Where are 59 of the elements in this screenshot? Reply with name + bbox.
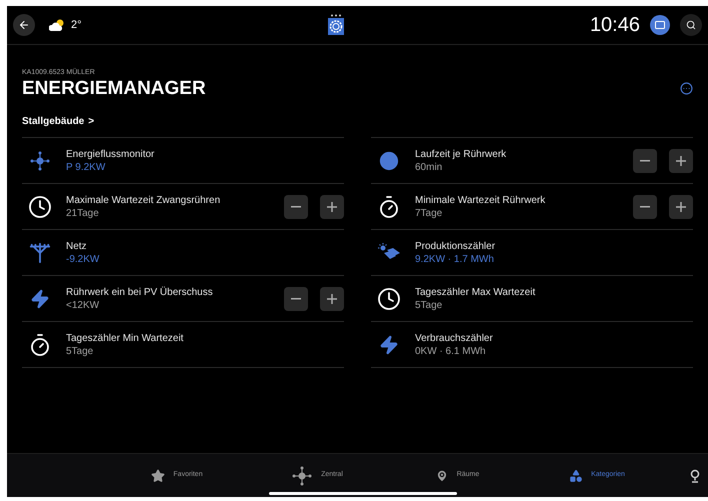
plus-button[interactable] — [320, 286, 344, 310]
back-button[interactable] — [13, 14, 35, 36]
item-value: 21Tage — [66, 206, 100, 220]
item-value: 60min — [415, 160, 444, 174]
logo-icon — [328, 14, 344, 36]
plus-button[interactable] — [669, 194, 693, 218]
search-icon — [686, 20, 696, 30]
plus-icon — [676, 202, 686, 212]
lightning-icon — [30, 288, 50, 308]
timer-icon — [28, 332, 52, 356]
minus-icon — [291, 206, 301, 208]
plus-icon — [327, 202, 337, 212]
minus-icon — [640, 206, 650, 208]
card-icon — [655, 21, 665, 29]
clock-time: 10:46 — [590, 13, 640, 38]
plus-icon — [676, 156, 686, 166]
item-value: 5Tage — [415, 298, 444, 312]
item-value: -9.2KW — [66, 252, 100, 266]
back-arrow-icon — [18, 19, 30, 31]
plus-icon — [327, 294, 337, 304]
temperature: 2° — [71, 18, 82, 33]
minus-button[interactable] — [284, 286, 308, 310]
item-label: Rührwerk ein bei PV Überschuss — [66, 286, 214, 298]
minus-icon — [640, 160, 650, 162]
item-value: P 9.2KW — [66, 160, 106, 174]
timer-icon — [377, 194, 401, 218]
search-button[interactable] — [680, 14, 702, 36]
item-value: 7Tage — [415, 206, 444, 220]
person-pin-icon[interactable] — [690, 468, 700, 482]
item-label: Netz — [66, 240, 88, 252]
item-label: Laufzeit je Rührwerk — [415, 148, 508, 160]
item-label: Tageszähler Max Wartezeit — [415, 286, 536, 298]
shapes-icon — [569, 468, 584, 482]
item-label: Verbrauchszähler — [415, 332, 494, 344]
network-icon — [29, 150, 51, 172]
network-icon — [291, 464, 314, 486]
minus-button[interactable] — [284, 194, 308, 218]
plus-button[interactable] — [669, 148, 693, 172]
item-value: 0KW · 6.1 MWh — [415, 344, 487, 358]
item-value: <12KW — [66, 298, 100, 312]
lightning-icon — [379, 334, 399, 354]
item-label: Maximale Wartezeit Zwangsrühren — [66, 194, 222, 206]
minus-icon — [291, 298, 301, 300]
item-label: Tageszähler Min Wartezeit — [66, 332, 184, 344]
item-label: Energieflussmonitor — [66, 148, 156, 160]
plus-button[interactable] — [320, 194, 344, 218]
item-label: Produktionszähler — [415, 240, 496, 252]
location-pin-icon — [434, 468, 449, 482]
star-icon — [151, 468, 166, 482]
minus-button[interactable] — [633, 148, 657, 172]
item-value: 5Tage — [66, 344, 94, 358]
page-title: ENERGIEMANAGER — [22, 78, 207, 100]
item-label: Minimale Wartezeit Rührwerk — [415, 194, 546, 206]
profile-button[interactable] — [650, 15, 670, 35]
item-value: 9.2KW · 1.7 MWh — [415, 252, 495, 266]
minus-button[interactable] — [633, 194, 657, 218]
power-pylon-icon — [29, 242, 51, 264]
more-icon[interactable] — [680, 82, 693, 95]
breadcrumb-link[interactable]: Stallgebäude > — [22, 114, 94, 129]
